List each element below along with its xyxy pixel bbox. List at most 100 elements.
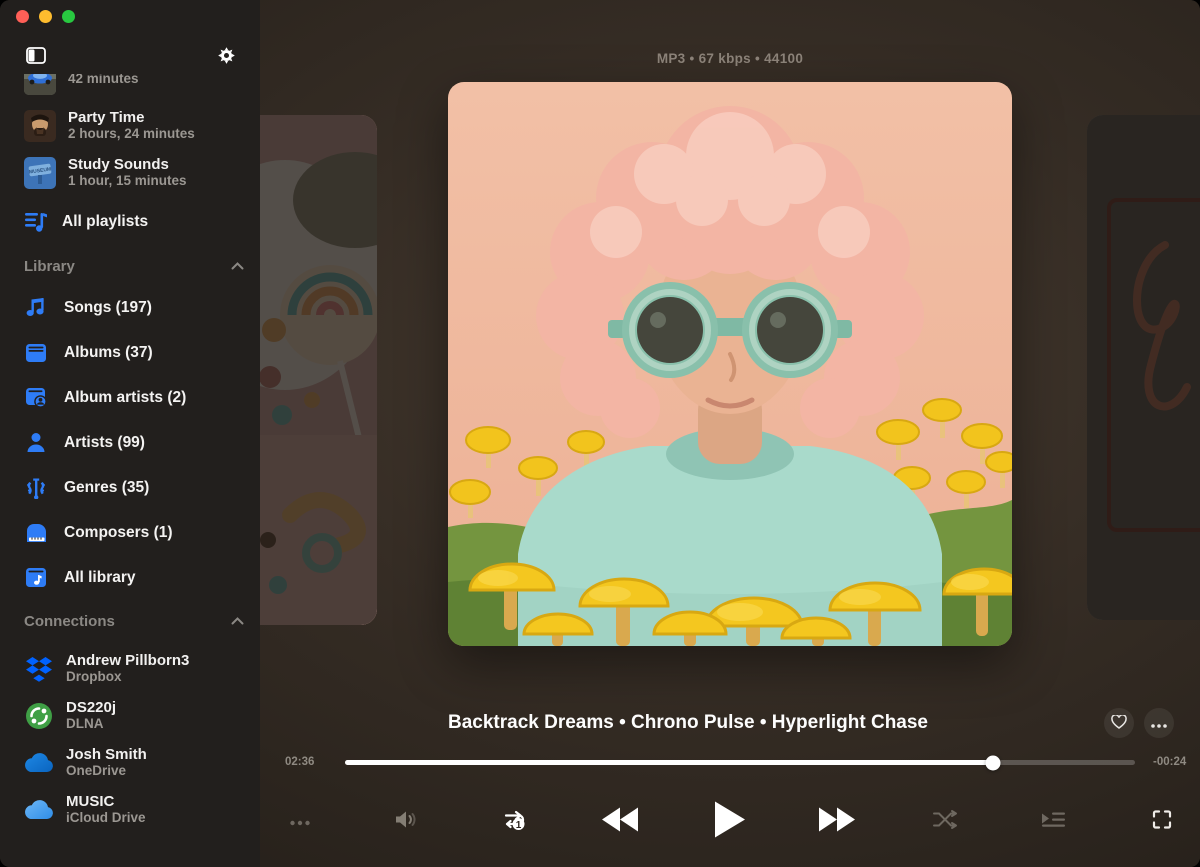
progress-thumb[interactable] bbox=[985, 755, 1000, 770]
previous-album-art[interactable] bbox=[260, 115, 377, 625]
sidebar-item-album-artists[interactable]: Album artists (2) bbox=[24, 387, 244, 408]
track-more-button[interactable] bbox=[1144, 708, 1174, 738]
volume-button[interactable] bbox=[389, 805, 421, 838]
playlist-artwork-museum: MUSEUM bbox=[24, 157, 56, 189]
close-button[interactable] bbox=[16, 10, 29, 23]
play-icon bbox=[713, 800, 747, 843]
svg-text:1: 1 bbox=[516, 820, 522, 831]
connection-title: Josh Smith bbox=[66, 746, 147, 763]
favorite-button[interactable] bbox=[1104, 708, 1134, 738]
connection-title: DS220j bbox=[66, 699, 116, 716]
minimize-button[interactable] bbox=[39, 10, 52, 23]
dropbox-icon bbox=[24, 656, 54, 682]
previous-button[interactable] bbox=[596, 802, 644, 841]
repeat-one-icon: 1 bbox=[502, 808, 528, 835]
sidebar-scroll-area[interactable]: 42 minutes Party Time 2 hours, 24 minute… bbox=[0, 74, 260, 867]
section-title: Connections bbox=[24, 613, 115, 630]
playlist-item[interactable]: 42 minutes bbox=[24, 74, 244, 95]
connection-title: MUSIC bbox=[66, 793, 146, 810]
progress-row: 02:36 -00:24 bbox=[260, 752, 1200, 774]
sidebar-item-label: All library bbox=[64, 569, 136, 587]
settings-button[interactable] bbox=[217, 46, 236, 68]
connection-item-dlna[interactable]: DS220j DLNA bbox=[24, 699, 244, 732]
ellipsis-icon bbox=[290, 814, 310, 829]
remaining-time: -00:24 bbox=[1153, 756, 1186, 768]
next-button[interactable] bbox=[813, 802, 861, 841]
connection-subtitle: OneDrive bbox=[66, 763, 147, 779]
ellipsis-icon bbox=[1151, 716, 1167, 731]
progress-bar[interactable] bbox=[345, 760, 1135, 765]
playlists-icon bbox=[24, 211, 48, 233]
track-title: Backtrack Dreams • Chrono Pulse • Hyperl… bbox=[260, 712, 1116, 734]
connection-subtitle: DLNA bbox=[66, 716, 116, 732]
piano-icon bbox=[24, 523, 48, 543]
connection-item-onedrive[interactable]: Josh Smith OneDrive bbox=[24, 746, 244, 779]
sidebar-item-songs[interactable]: Songs (197) bbox=[24, 297, 244, 319]
playlist-subtitle: 2 hours, 24 minutes bbox=[68, 126, 195, 142]
fullscreen-button[interactable] bbox=[1148, 806, 1176, 837]
repeat-one-button[interactable]: 1 bbox=[498, 804, 532, 839]
playlist-title: Study Sounds bbox=[68, 156, 187, 173]
player-main-area: MP3 • 67 kbps • 44100 bbox=[260, 0, 1200, 867]
queue-button[interactable] bbox=[1036, 807, 1070, 836]
playlist-subtitle: 1 hour, 15 minutes bbox=[68, 173, 187, 189]
gear-icon bbox=[217, 46, 236, 68]
track-info-row: Backtrack Dreams • Chrono Pulse • Hyperl… bbox=[260, 708, 1200, 744]
album-artist-icon bbox=[24, 387, 48, 408]
queue-icon bbox=[1040, 811, 1066, 832]
format-info: MP3 • 67 kbps • 44100 bbox=[260, 51, 1200, 66]
albums-icon bbox=[24, 343, 48, 363]
sidebar-item-label: All playlists bbox=[62, 213, 148, 231]
sidebar-toolbar bbox=[0, 44, 260, 70]
connection-subtitle: Dropbox bbox=[66, 669, 189, 685]
sidebar-item-all-playlists[interactable]: All playlists bbox=[24, 211, 244, 233]
connection-item-icloud[interactable]: MUSIC iCloud Drive bbox=[24, 793, 244, 826]
sidebar-item-all-library[interactable]: All library bbox=[24, 567, 244, 588]
zoom-button[interactable] bbox=[62, 10, 75, 23]
connections-section-header[interactable]: Connections bbox=[24, 612, 244, 630]
playlist-subtitle: 42 minutes bbox=[68, 74, 139, 87]
elapsed-time: 02:36 bbox=[285, 756, 314, 768]
progress-fill bbox=[345, 760, 993, 765]
sidebar-item-albums[interactable]: Albums (37) bbox=[24, 343, 244, 363]
music-note-icon bbox=[24, 297, 48, 319]
rewind-icon bbox=[600, 806, 640, 837]
fast-forward-icon bbox=[817, 806, 857, 837]
library-icon bbox=[24, 567, 48, 588]
genres-icon bbox=[24, 477, 48, 499]
more-options-button[interactable] bbox=[286, 810, 314, 833]
sidebar-item-label: Songs (197) bbox=[64, 299, 152, 317]
sidebar-item-artists[interactable]: Artists (99) bbox=[24, 432, 244, 453]
traffic-lights bbox=[16, 10, 75, 23]
sidebar-item-label: Composers (1) bbox=[64, 524, 173, 542]
shuffle-icon bbox=[932, 810, 958, 833]
connection-subtitle: iCloud Drive bbox=[66, 810, 146, 826]
icloud-icon bbox=[24, 800, 54, 820]
heart-icon bbox=[1111, 715, 1127, 732]
sidebar: 42 minutes Party Time 2 hours, 24 minute… bbox=[0, 0, 260, 867]
connection-title: Andrew Pillborn3 bbox=[66, 652, 189, 669]
transport-controls: 1 bbox=[260, 796, 1200, 846]
sidebar-toggle-icon bbox=[26, 47, 46, 67]
dlna-icon bbox=[24, 702, 54, 730]
sidebar-item-genres[interactable]: Genres (35) bbox=[24, 477, 244, 499]
sidebar-item-composers[interactable]: Composers (1) bbox=[24, 523, 244, 543]
shuffle-button[interactable] bbox=[928, 806, 962, 837]
next-album-art[interactable] bbox=[1087, 115, 1200, 620]
playlist-item[interactable]: MUSEUM Study Sounds 1 hour, 15 minutes bbox=[24, 156, 244, 189]
toggle-sidebar-button[interactable] bbox=[26, 47, 46, 67]
play-button[interactable] bbox=[709, 796, 751, 847]
library-section-header[interactable]: Library bbox=[24, 257, 244, 275]
sidebar-item-label: Albums (37) bbox=[64, 344, 153, 362]
sidebar-item-label: Genres (35) bbox=[64, 479, 149, 497]
connection-item-dropbox[interactable]: Andrew Pillborn3 Dropbox bbox=[24, 652, 244, 685]
playlist-title: Party Time bbox=[68, 109, 195, 126]
chevron-up-icon bbox=[231, 257, 244, 275]
playlist-artwork-portrait bbox=[24, 110, 56, 142]
app-window: 42 minutes Party Time 2 hours, 24 minute… bbox=[0, 0, 1200, 867]
fullscreen-icon bbox=[1152, 810, 1172, 833]
playlist-item[interactable]: Party Time 2 hours, 24 minutes bbox=[24, 109, 244, 142]
playlist-artwork-car bbox=[24, 74, 56, 95]
speaker-icon bbox=[393, 809, 417, 834]
sidebar-item-label: Album artists (2) bbox=[64, 389, 186, 407]
